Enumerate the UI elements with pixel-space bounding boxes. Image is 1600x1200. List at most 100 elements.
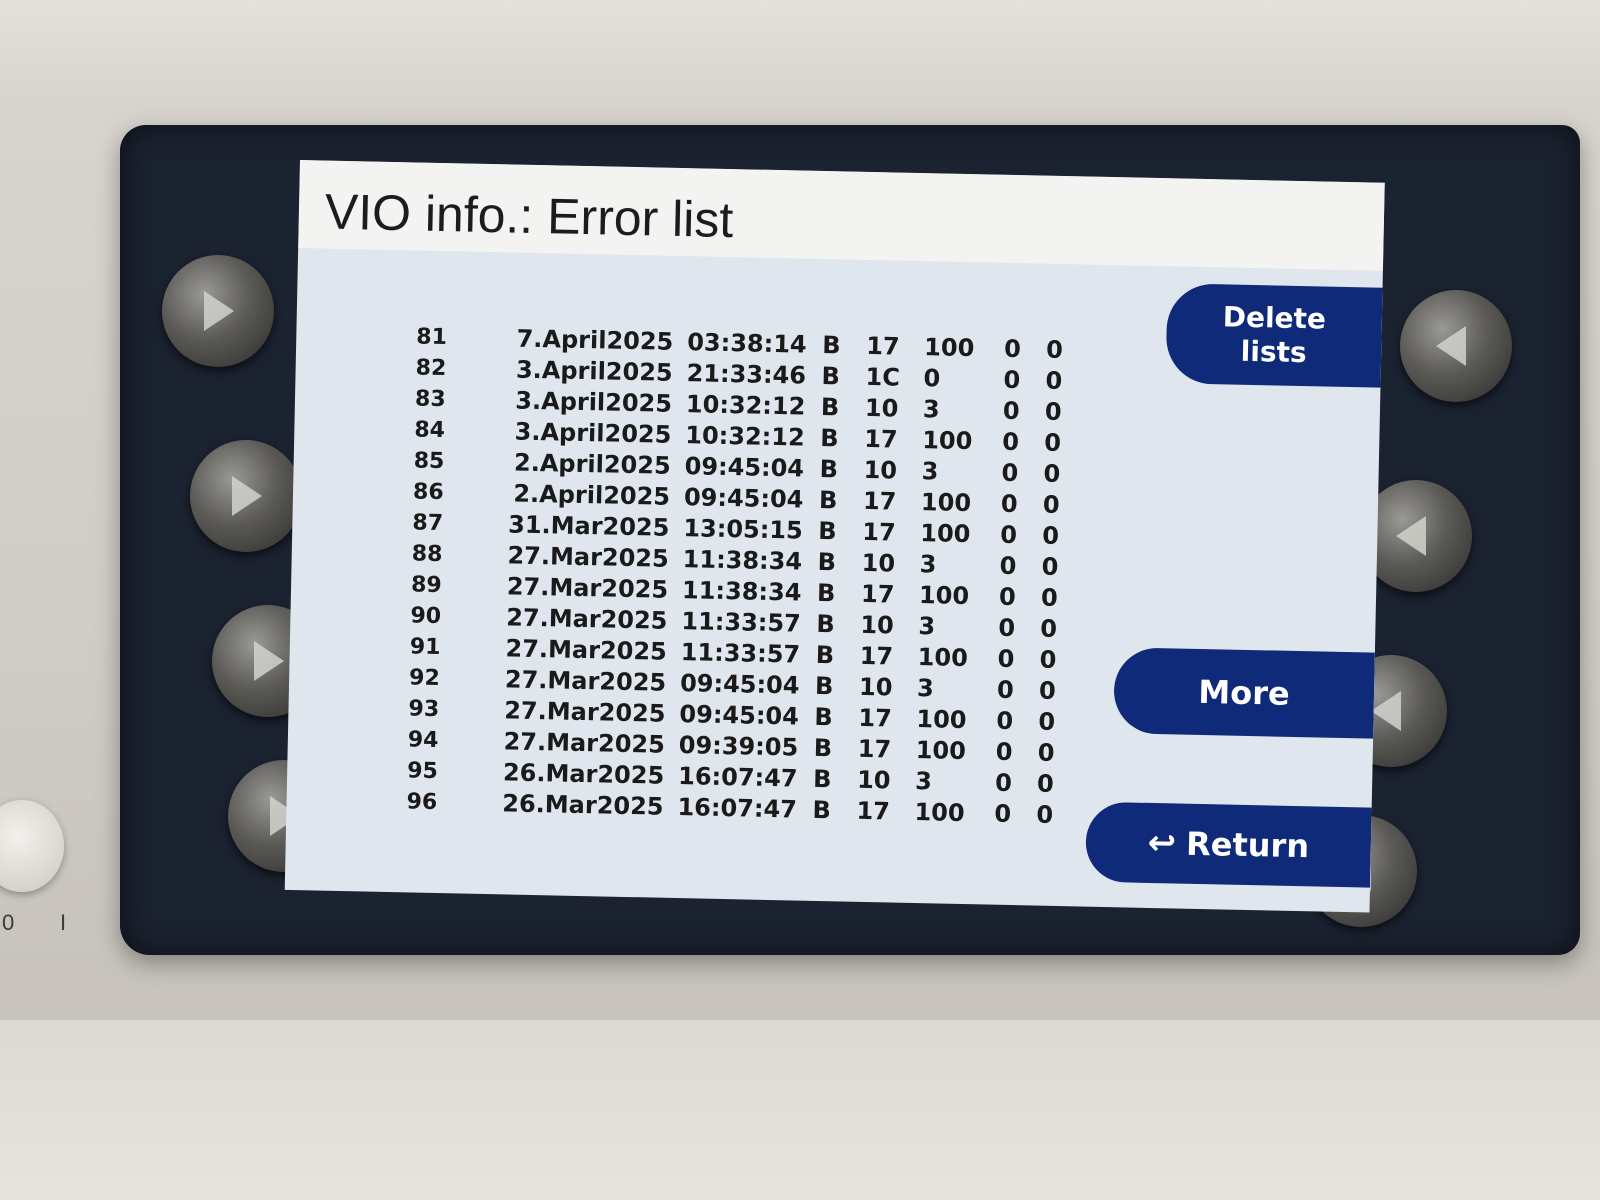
row-code: 17: [857, 734, 892, 764]
row-date: 27.Mar2025: [504, 665, 667, 697]
triangle-arrow-icon: [1396, 516, 1426, 556]
row-date: 26.Mar2025: [502, 758, 665, 790]
row-time: 11:38:34: [682, 545, 803, 576]
row-type: B: [814, 702, 834, 732]
row-code: 17: [859, 641, 894, 671]
row-param-2: 0: [1041, 552, 1059, 581]
row-code: 10: [858, 672, 893, 702]
row-param-1: 0: [997, 644, 1015, 674]
left-softkey-1[interactable]: [162, 255, 274, 367]
delete-lists-label-line2: lists: [1240, 334, 1307, 370]
row-time: 10:32:12: [685, 390, 806, 421]
row-number: 81: [416, 323, 448, 350]
row-time: 11:33:57: [681, 607, 802, 638]
row-number: 93: [408, 695, 440, 722]
row-type: B: [816, 578, 836, 608]
row-type: B: [812, 795, 832, 825]
row-param-2: 0: [1044, 397, 1062, 427]
error-list-table: 81 7.April2025 03:38:14 B 17 100 0 0 82 3.April20…: [406, 322, 1076, 832]
row-param-2: 0: [1040, 614, 1058, 643]
row-param-1: 0: [998, 613, 1016, 643]
row-number: 94: [407, 726, 439, 753]
row-param-2: 0: [1042, 490, 1060, 519]
row-code: 17: [860, 579, 895, 609]
row-number: 82: [415, 354, 447, 381]
row-type: B: [813, 733, 833, 763]
row-type: B: [812, 764, 832, 794]
row-code: 17: [858, 703, 893, 733]
triangle-arrow-icon: [232, 476, 262, 516]
row-param-2: 0: [1036, 800, 1054, 829]
left-softkey-2[interactable]: [190, 440, 302, 552]
row-date: 27.Mar2025: [507, 541, 670, 573]
row-type: B: [821, 361, 841, 391]
power-button[interactable]: [0, 800, 64, 892]
row-type: B: [819, 454, 839, 484]
row-param-2: 0: [1038, 707, 1056, 736]
row-value: 3: [919, 550, 937, 579]
triangle-arrow-icon: [204, 291, 234, 331]
row-number: 90: [410, 602, 442, 629]
row-date: 31.Mar2025: [507, 510, 670, 542]
row-date: 2.April2025: [513, 448, 671, 480]
row-date: 27.Mar2025: [503, 696, 666, 728]
row-code: 10: [864, 393, 899, 423]
row-time: 11:38:34: [681, 576, 802, 607]
row-code: 1C: [865, 362, 901, 392]
device-housing-bottom: [0, 1020, 1600, 1200]
row-time: 09:45:04: [683, 483, 804, 514]
row-code: 10: [861, 548, 896, 578]
more-button-label: More: [1198, 672, 1291, 713]
row-type: B: [818, 516, 837, 546]
row-number: 91: [409, 633, 441, 660]
row-date: 27.Mar2025: [505, 603, 668, 635]
row-type: B: [814, 671, 834, 701]
return-arrow-icon: ↩: [1147, 822, 1177, 864]
row-param-1: 0: [1001, 427, 1020, 457]
row-type: B: [820, 392, 840, 422]
row-time: 09:45:04: [679, 669, 800, 700]
row-param-1: 0: [1000, 489, 1018, 519]
row-time: 16:07:47: [677, 793, 798, 824]
power-on-symbol: I: [60, 910, 67, 935]
row-value: 100: [917, 643, 969, 673]
row-code: 17: [863, 424, 898, 454]
row-value: 100: [920, 519, 971, 549]
row-value: 100: [923, 333, 975, 363]
row-time: 13:05:15: [683, 514, 804, 545]
return-button-label: Return: [1185, 824, 1310, 866]
right-softkey-1[interactable]: [1400, 290, 1512, 402]
row-date: 3.April2025: [515, 355, 673, 387]
row-date: 3.April2025: [514, 417, 672, 449]
delete-lists-button[interactable]: Delete lists: [1165, 283, 1383, 388]
row-code: 17: [862, 486, 897, 516]
row-type: B: [821, 330, 841, 360]
row-param-2: 0: [1043, 459, 1061, 488]
row-number: 96: [406, 788, 438, 815]
row-date: 27.Mar2025: [503, 727, 666, 759]
return-button[interactable]: ↩ Return: [1085, 801, 1372, 888]
row-value: 3: [916, 674, 935, 703]
row-type: B: [818, 485, 838, 515]
row-number: 87: [412, 509, 444, 536]
row-value: 100: [920, 488, 972, 518]
row-param-2: 0: [1036, 769, 1055, 798]
row-number: 92: [408, 664, 441, 691]
page-title: VIO info.: Error list: [324, 183, 734, 249]
row-value: 3: [914, 767, 933, 796]
device-housing-top: [0, 0, 1600, 115]
more-button[interactable]: More: [1113, 647, 1375, 739]
row-date: 26.Mar2025: [502, 789, 664, 821]
row-param-2: 0: [1039, 645, 1057, 674]
display-screen: VIO info.: Error list 81 7.April2025 03:38…: [284, 160, 1385, 913]
row-number: 86: [412, 478, 444, 505]
row-value: 3: [922, 395, 940, 424]
row-time: 10:32:12: [685, 421, 805, 452]
row-value: 100: [918, 581, 970, 611]
triangle-arrow-icon: [1371, 691, 1401, 731]
row-param-1: 0: [998, 582, 1016, 612]
row-param-2: 0: [1043, 428, 1062, 457]
row-date: 27.Mar2025: [505, 634, 668, 666]
row-param-2: 0: [1040, 583, 1058, 612]
row-type: B: [819, 423, 839, 453]
